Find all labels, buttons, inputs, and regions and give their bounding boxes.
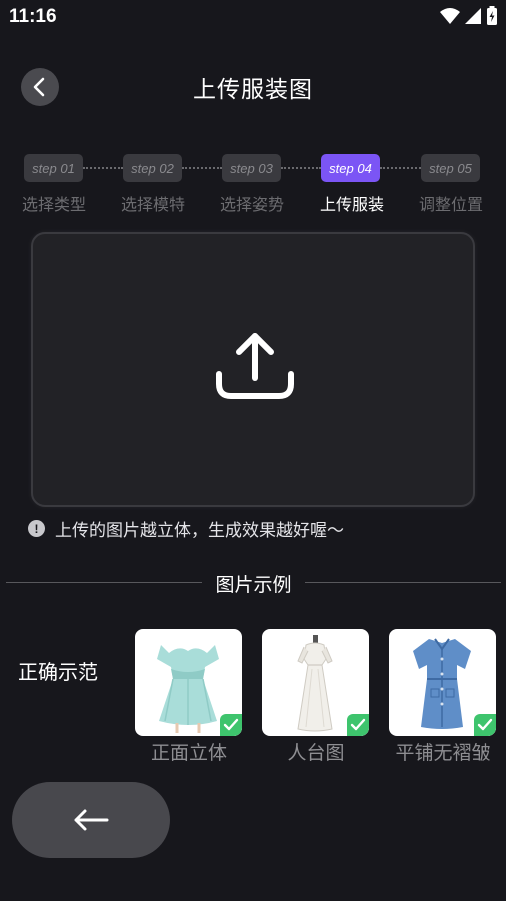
- example-image: [135, 629, 242, 736]
- step-label-4: 上传服装: [319, 195, 384, 214]
- upload-hint: ! 上传的图片越立体，生成效果越好喔～: [28, 516, 344, 541]
- hint-text: 上传的图片越立体，生成效果越好喔～: [55, 521, 344, 541]
- step-badge-4: step 04: [321, 154, 380, 182]
- step-connector: [83, 167, 123, 169]
- example-item: 正面立体: [135, 629, 242, 765]
- example-label: 平铺无褶皱: [395, 742, 491, 764]
- info-icon: !: [28, 520, 45, 537]
- step-connector: [380, 167, 421, 169]
- examples-divider: 图片示例: [6, 570, 501, 596]
- page-title: 上传服装图: [193, 77, 313, 103]
- step-label-2: 选择模特: [120, 195, 185, 214]
- examples-title: 图片示例: [215, 574, 292, 596]
- upload-area[interactable]: [31, 232, 475, 507]
- arrow-left-icon: [74, 809, 109, 831]
- example-image: [389, 629, 496, 736]
- example-item: 人台图: [262, 629, 369, 765]
- check-icon: [474, 714, 496, 736]
- status-icons: [440, 6, 498, 26]
- step-label-3: 选择姿势: [219, 195, 284, 214]
- correct-example-label: 正确示范: [18, 660, 98, 684]
- status-bar: 11:16: [0, 0, 506, 34]
- status-time: 11:16: [9, 6, 57, 27]
- step-badge-3: step 03: [222, 154, 281, 182]
- example-label: 正面立体: [150, 742, 227, 764]
- previous-step-button[interactable]: [12, 782, 170, 858]
- step-label-5: 调整位置: [418, 195, 483, 214]
- example-item: 平铺无褶皱: [389, 629, 496, 765]
- example-image: [262, 629, 369, 736]
- upload-icon: [216, 333, 294, 399]
- step-badge-5: step 05: [421, 154, 480, 182]
- step-indicator: step 01 step 02 step 03 step 04 step 05 …: [0, 154, 506, 214]
- step-connector: [182, 167, 222, 169]
- step-badge-1: step 01: [24, 154, 83, 182]
- example-label: 人台图: [287, 742, 345, 764]
- check-icon: [220, 714, 242, 736]
- step-label-1: 选择类型: [21, 195, 86, 214]
- wifi-icon: [440, 8, 460, 24]
- step-badge-2: step 02: [123, 154, 182, 182]
- battery-icon: [487, 6, 497, 25]
- signal-icon: [465, 8, 481, 24]
- check-icon: [347, 714, 369, 736]
- step-connector: [281, 167, 321, 169]
